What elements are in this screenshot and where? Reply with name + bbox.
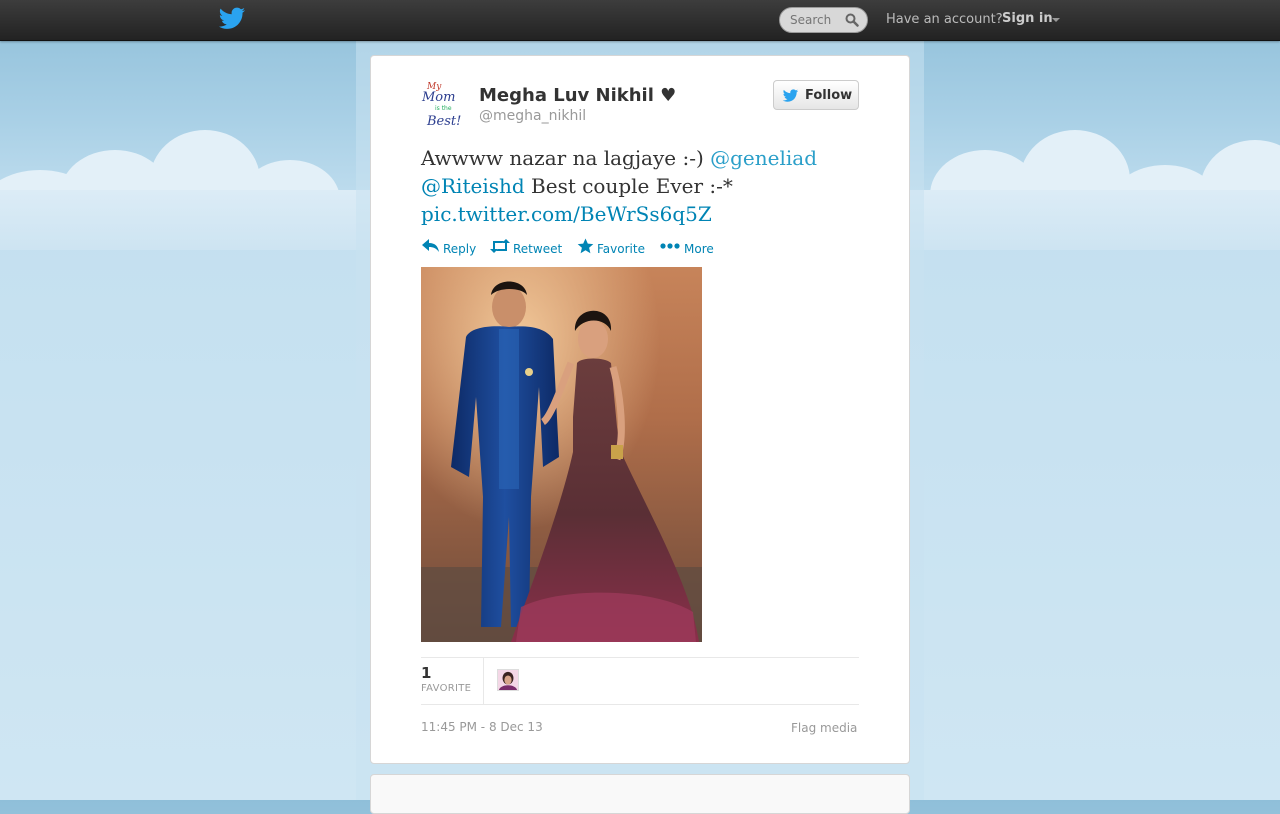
reply-icon bbox=[422, 239, 439, 252]
avatar[interactable]: My Mom is the Best! bbox=[421, 80, 469, 128]
mention-link[interactable]: @geneliad bbox=[710, 146, 817, 170]
chevron-down-icon[interactable] bbox=[1052, 18, 1060, 22]
favoriter-avatar[interactable] bbox=[497, 669, 519, 691]
tweet-card: My Mom is the Best! Megha Luv Nikhil ♥ @… bbox=[370, 55, 910, 764]
tweet-text-part: Awwww nazar na lagjaye :-) bbox=[421, 146, 711, 170]
tweet-text: Awwww nazar na lagjaye :-) @geneliad @Rit… bbox=[421, 144, 851, 228]
retweet-icon bbox=[490, 239, 510, 253]
twitter-bird-icon[interactable] bbox=[218, 7, 246, 31]
tweet-text-part: Best couple Ever :-* bbox=[524, 174, 733, 198]
next-card bbox=[370, 774, 910, 814]
reply-action[interactable]: Reply bbox=[421, 238, 479, 258]
search-icon[interactable] bbox=[845, 13, 859, 27]
media-link[interactable]: pic.twitter.com/BeWrSs6q5Z bbox=[421, 202, 712, 226]
favorite-count[interactable]: 1 bbox=[421, 664, 431, 682]
tweet-photo[interactable] bbox=[421, 267, 702, 642]
follow-label: Follow bbox=[805, 88, 853, 103]
search-box[interactable] bbox=[779, 7, 868, 33]
follow-button[interactable]: Follow bbox=[773, 80, 859, 110]
retweet-action[interactable]: Retweet bbox=[489, 238, 567, 258]
flag-media-link[interactable]: Flag media bbox=[791, 721, 857, 735]
svg-text:is the: is the bbox=[435, 105, 452, 112]
top-navigation-bar: Have an account? Sign in bbox=[0, 0, 1280, 41]
twitter-bird-icon bbox=[782, 89, 799, 102]
favorite-action[interactable]: Favorite bbox=[577, 238, 651, 258]
search-input[interactable] bbox=[790, 12, 844, 28]
more-label: More bbox=[684, 242, 714, 256]
reply-label: Reply bbox=[443, 242, 477, 256]
account-prompt: Have an account? bbox=[886, 12, 1003, 27]
username[interactable]: @megha_nikhil bbox=[479, 108, 586, 124]
display-name[interactable]: Megha Luv Nikhil ♥ bbox=[479, 85, 676, 106]
signin-link[interactable]: Sign in bbox=[1002, 11, 1053, 26]
svg-text:Mom: Mom bbox=[421, 90, 455, 105]
mention-link[interactable]: @Riteishd bbox=[421, 174, 525, 198]
more-action[interactable]: More bbox=[660, 238, 720, 258]
tweet-timestamp[interactable]: 11:45 PM - 8 Dec 13 bbox=[421, 720, 543, 734]
divider bbox=[483, 657, 484, 704]
retweet-label: Retweet bbox=[513, 242, 563, 256]
star-icon bbox=[577, 238, 594, 254]
svg-text:Best!: Best! bbox=[426, 114, 461, 128]
favorite-count-label: FAVORITE bbox=[421, 683, 472, 694]
more-dots-icon bbox=[660, 243, 680, 249]
divider bbox=[421, 704, 859, 705]
favorite-label: Favorite bbox=[597, 242, 645, 256]
divider bbox=[421, 657, 859, 658]
